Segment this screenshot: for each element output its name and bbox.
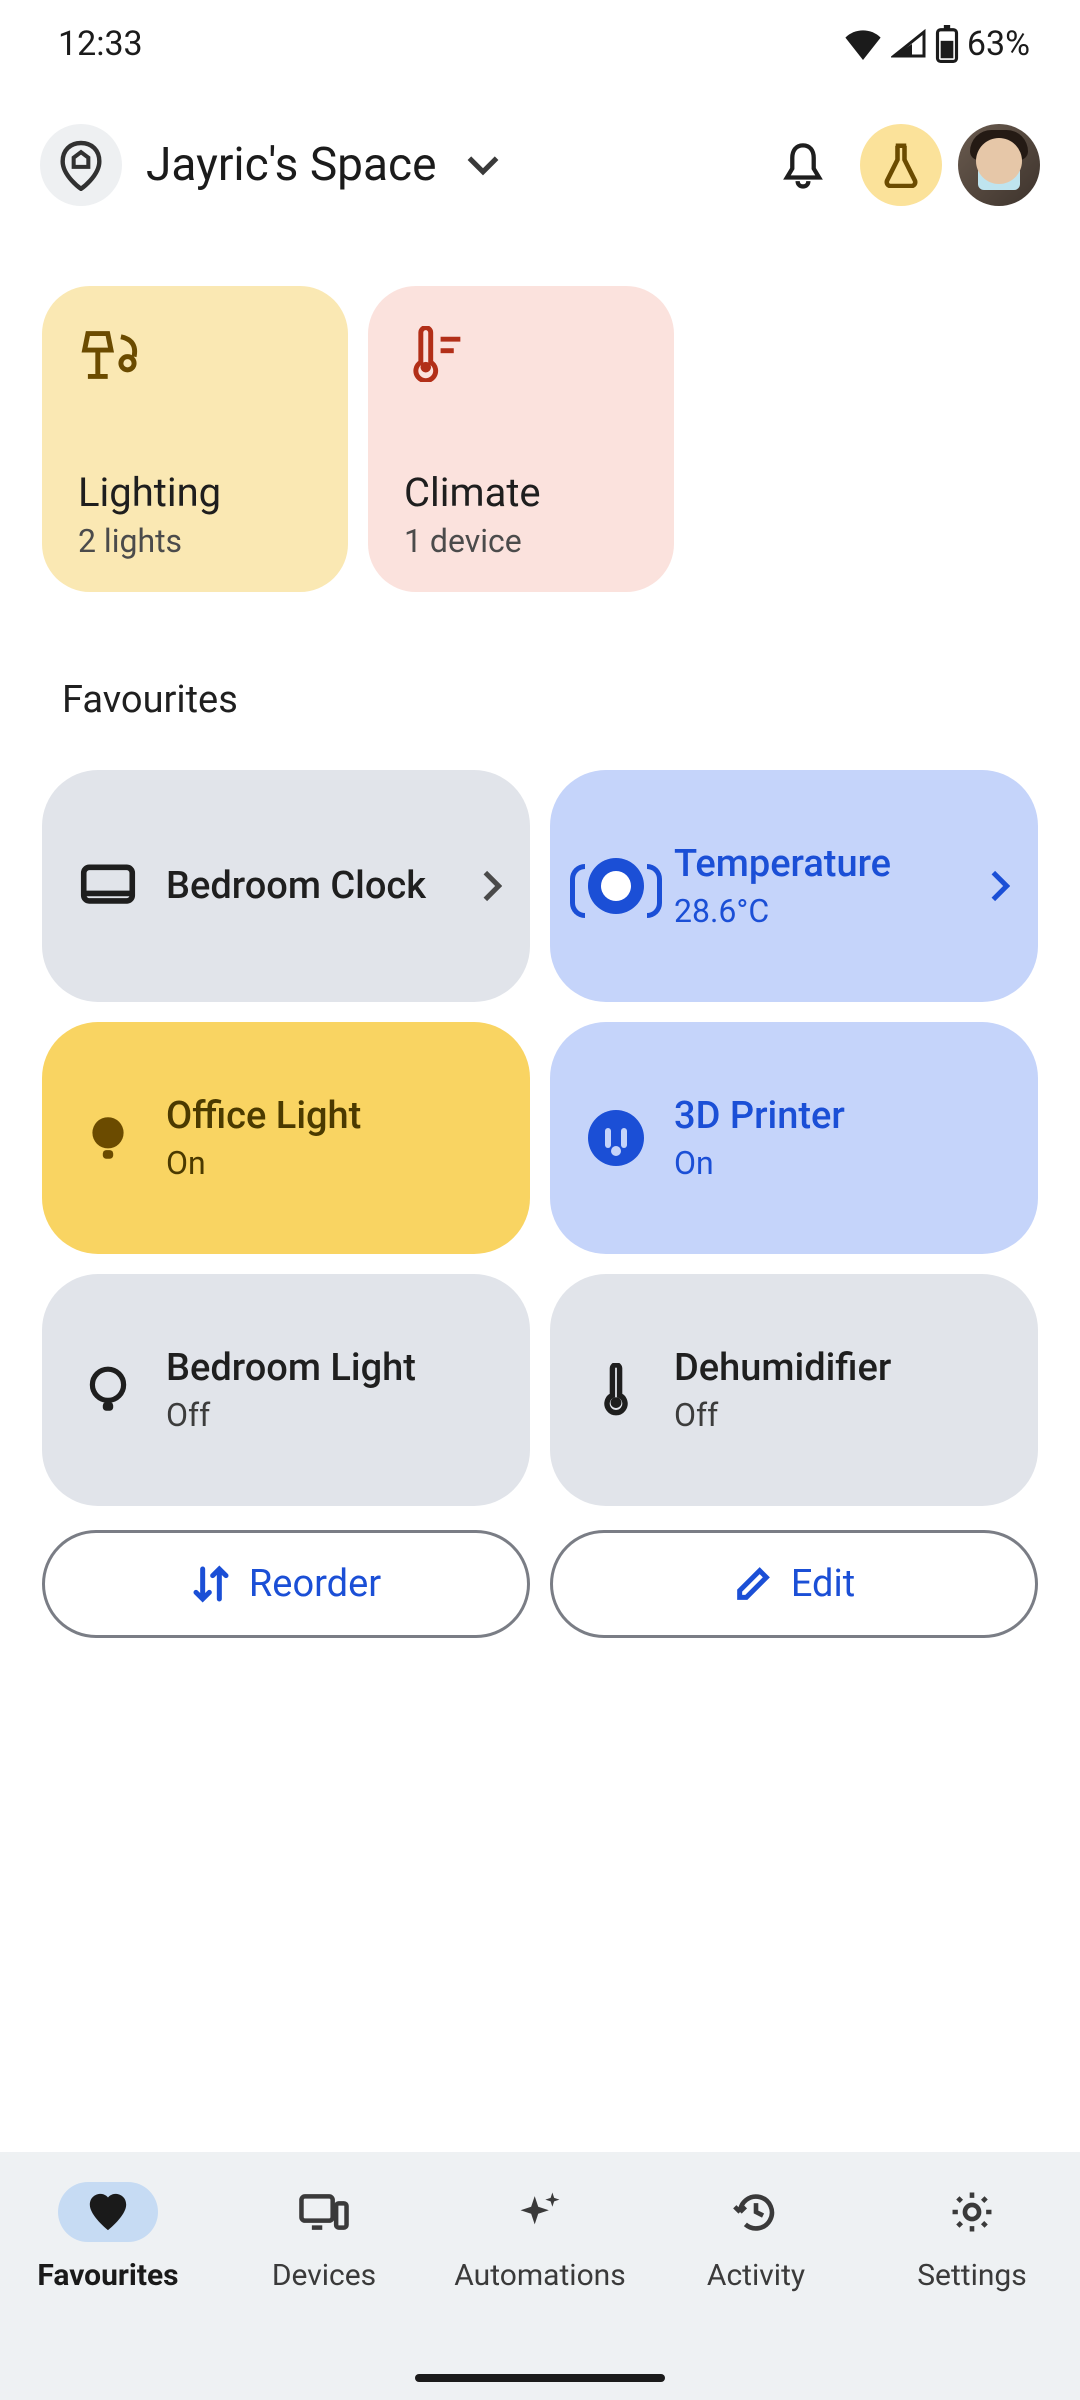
- bell-icon: [781, 140, 825, 190]
- home-indicator[interactable]: [415, 2374, 665, 2382]
- tile-sub: On: [674, 1144, 1010, 1182]
- space-name[interactable]: Jayric's Space: [146, 138, 436, 192]
- chevron-right-icon: [990, 869, 1010, 903]
- avatar[interactable]: [958, 124, 1040, 206]
- reorder-icon: [191, 1562, 231, 1606]
- notifications-button[interactable]: [762, 124, 844, 206]
- category-climate-sub: 1 device: [404, 522, 638, 560]
- category-row: Lighting 2 lights Climate 1 device: [0, 286, 1080, 592]
- labs-button[interactable]: [860, 124, 942, 206]
- nav-label: Favourites: [37, 2258, 178, 2293]
- category-lighting-sub: 2 lights: [78, 522, 312, 560]
- nav-label: Devices: [272, 2258, 376, 2293]
- tile-bedroom-light[interactable]: Bedroom Light Off: [42, 1274, 530, 1506]
- home-pin-icon: [59, 139, 103, 191]
- bottom-nav: Favourites Devices Automations Activity …: [0, 2152, 1080, 2400]
- battery-pct: 63%: [967, 24, 1030, 64]
- display-icon: [80, 863, 136, 909]
- pencil-icon: [733, 1564, 773, 1604]
- tile-sub: On: [166, 1144, 502, 1182]
- heart-icon: [86, 2192, 130, 2232]
- tile-dehumidifier[interactable]: Dehumidifier Off: [550, 1274, 1038, 1506]
- nav-settings[interactable]: Settings: [872, 2182, 1072, 2293]
- tile-title: 3D Printer: [674, 1094, 1010, 1138]
- nav-label: Automations: [454, 2258, 625, 2293]
- tile-title: Temperature: [674, 842, 962, 886]
- edit-label: Edit: [791, 1562, 855, 1606]
- tile-sub: 28.6°C: [674, 892, 962, 930]
- location-chip[interactable]: [40, 124, 122, 206]
- wifi-icon: [843, 28, 883, 60]
- status-icons: 63%: [843, 24, 1030, 64]
- category-lighting-title: Lighting: [78, 469, 312, 516]
- edit-button[interactable]: Edit: [550, 1530, 1038, 1638]
- sparkle-icon: [516, 2189, 564, 2235]
- tile-title: Office Light: [166, 1094, 502, 1138]
- tile-sub: Off: [674, 1396, 1010, 1434]
- history-icon: [733, 2190, 779, 2234]
- category-lighting[interactable]: Lighting 2 lights: [42, 286, 348, 592]
- nav-activity[interactable]: Activity: [656, 2182, 856, 2293]
- header: Jayric's Space: [0, 100, 1080, 230]
- favourites-heading: Favourites: [0, 678, 1080, 722]
- thermostat-icon: [599, 1363, 633, 1417]
- flask-icon: [880, 142, 922, 188]
- tile-title: Bedroom Clock: [166, 864, 454, 908]
- tile-title: Bedroom Light: [166, 1346, 502, 1390]
- bulb-off-icon: [86, 1364, 130, 1416]
- clock-text: 12:33: [58, 24, 143, 64]
- favourites-grid: Bedroom Clock Temperature 28.6°C Office …: [0, 770, 1080, 1506]
- tile-bedroom-clock[interactable]: Bedroom Clock: [42, 770, 530, 1002]
- chevron-down-icon[interactable]: [466, 154, 500, 176]
- tile-3d-printer[interactable]: 3D Printer On: [550, 1022, 1038, 1254]
- battery-icon: [935, 25, 959, 63]
- lamp-icon: [78, 326, 144, 384]
- tile-sub: Off: [166, 1396, 502, 1434]
- gear-icon: [949, 2189, 995, 2235]
- bulb-on-icon: [86, 1112, 130, 1164]
- chevron-right-icon: [482, 869, 502, 903]
- nav-label: Activity: [707, 2258, 805, 2293]
- tile-title: Dehumidifier: [674, 1346, 1010, 1390]
- reorder-label: Reorder: [249, 1562, 381, 1606]
- nav-favourites[interactable]: Favourites: [8, 2182, 208, 2293]
- favourites-actions: Reorder Edit: [0, 1530, 1080, 1638]
- nav-devices[interactable]: Devices: [224, 2182, 424, 2293]
- tile-temperature[interactable]: Temperature 28.6°C: [550, 770, 1038, 1002]
- nav-label: Settings: [917, 2258, 1027, 2293]
- tile-office-light[interactable]: Office Light On: [42, 1022, 530, 1254]
- signal-icon: [891, 28, 927, 60]
- devices-icon: [298, 2192, 350, 2232]
- nav-automations[interactable]: Automations: [440, 2182, 640, 2293]
- reorder-button[interactable]: Reorder: [42, 1530, 530, 1638]
- outlet-icon: [588, 1110, 644, 1166]
- status-bar: 12:33 63%: [0, 0, 1080, 88]
- sensor-icon: [588, 858, 644, 914]
- category-climate-title: Climate: [404, 469, 638, 516]
- category-climate[interactable]: Climate 1 device: [368, 286, 674, 592]
- thermometer-icon: [404, 326, 464, 382]
